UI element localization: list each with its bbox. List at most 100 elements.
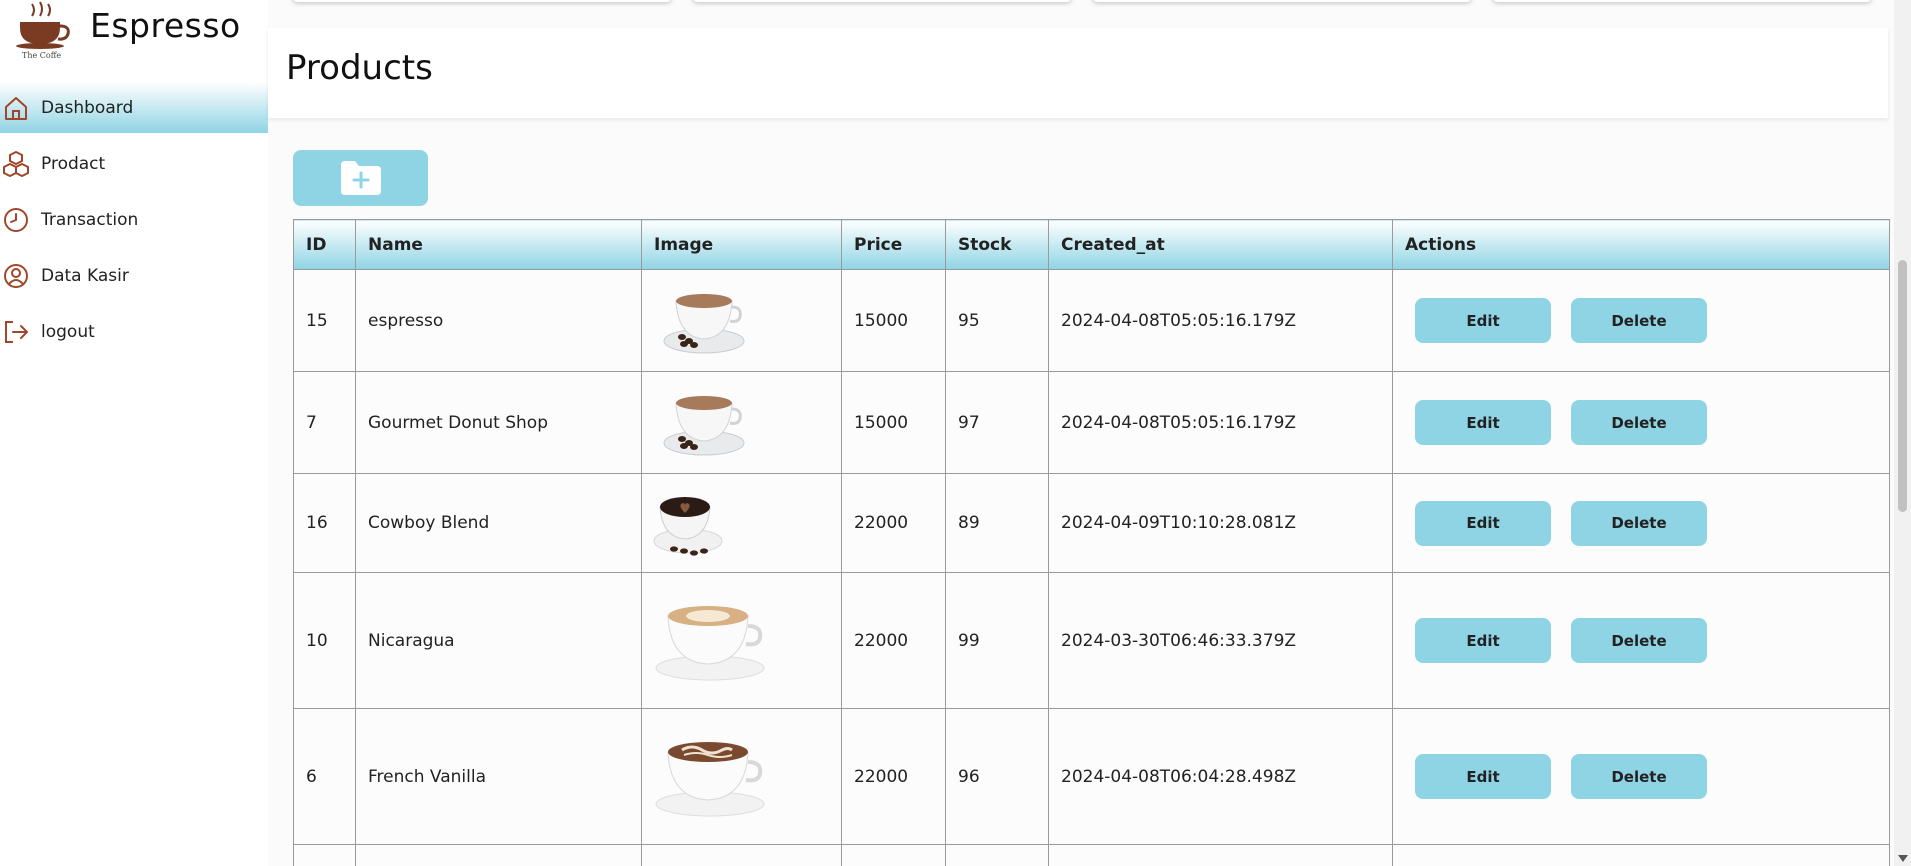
home-icon <box>5 96 27 120</box>
product-image <box>663 293 745 353</box>
table-row: 7 Gourmet Donut Shop 15000 97 2024-04-08… <box>293 371 1890 474</box>
edit-button[interactable]: Edit <box>1415 400 1551 445</box>
table-row: 10 Nicaragua 22000 99 2024-03-30T06:46:3… <box>293 572 1890 709</box>
delete-button[interactable]: Delete <box>1571 500 1707 546</box>
sidebar: The Coffe Espresso Dashboard Prodact Tra… <box>0 0 268 866</box>
cell-empty <box>355 844 642 866</box>
cell-id: 6 <box>293 708 356 845</box>
cell-stock: 89 <box>945 473 1049 573</box>
cell-empty <box>945 844 1049 866</box>
edit-button[interactable]: Edit <box>1415 298 1551 343</box>
cell-actions: Edit Delete <box>1392 371 1890 474</box>
cell-created-at: 2024-04-08T06:04:28.498Z <box>1048 708 1393 845</box>
cell-image <box>641 269 842 372</box>
cell-id: 15 <box>293 269 356 372</box>
cell-price: 22000 <box>841 708 946 845</box>
cell-image <box>641 708 842 845</box>
brand: The Coffe Espresso <box>10 0 260 64</box>
cubes-icon <box>3 150 29 177</box>
cell-created-at: 2024-04-08T05:05:16.179Z <box>1048 371 1393 474</box>
sidebar-item-transaction[interactable]: Transaction <box>0 194 268 245</box>
cell-price: 22000 <box>841 473 946 573</box>
delete-button[interactable]: Delete <box>1571 298 1707 343</box>
cell-image <box>641 371 842 474</box>
table-header-row: ID Name Image Price Stock Created_at Act… <box>293 219 1890 270</box>
edit-button[interactable]: Edit <box>1415 618 1551 663</box>
sidebar-item-logout[interactable]: logout <box>0 306 268 357</box>
cell-stock: 96 <box>945 708 1049 845</box>
scroll-down-arrow-icon[interactable] <box>1898 855 1908 862</box>
cell-price: 22000 <box>841 572 946 709</box>
column-header-price[interactable]: Price <box>841 219 946 270</box>
column-header-created-at[interactable]: Created_at <box>1048 219 1393 270</box>
cell-id: 7 <box>293 371 356 474</box>
page-title: Products <box>286 48 433 88</box>
table-row: 16 Cowboy Blend 22000 89 2024-04-09T10:1… <box>293 473 1890 573</box>
cell-created-at: 2024-04-09T10:10:28.081Z <box>1048 473 1393 573</box>
logo-caption: The Coffe <box>22 51 61 60</box>
cell-image <box>641 473 842 573</box>
page-header: Products <box>268 28 1888 118</box>
edit-button[interactable]: Edit <box>1415 500 1551 546</box>
column-header-name[interactable]: Name <box>355 219 642 270</box>
product-image <box>655 605 765 680</box>
cell-empty <box>841 844 946 866</box>
column-header-stock[interactable]: Stock <box>945 219 1049 270</box>
table-row: 15 espresso 15000 95 2024-04-08T05:05:16… <box>293 269 1890 372</box>
product-image <box>653 497 723 556</box>
sidebar-item-label: Prodact <box>41 153 106 174</box>
cell-empty <box>1392 844 1890 866</box>
cell-price: 15000 <box>841 371 946 474</box>
cell-stock: 97 <box>945 371 1049 474</box>
coffee-logo-icon: The Coffe <box>16 1 70 60</box>
cell-id: 10 <box>293 572 356 709</box>
product-image <box>663 395 745 455</box>
summary-card <box>1492 0 1872 2</box>
cell-actions: Edit Delete <box>1392 708 1890 845</box>
brand-name: Espresso <box>90 6 241 45</box>
folder-plus-icon <box>340 161 381 195</box>
vertical-scrollbar[interactable] <box>1894 0 1911 866</box>
sidebar-item-label: Transaction <box>41 209 139 230</box>
scrollbar-thumb[interactable] <box>1898 260 1907 512</box>
sidebar-nav: Dashboard Prodact Transaction Data Kasir… <box>0 82 268 362</box>
column-header-image[interactable]: Image <box>641 219 842 270</box>
user-circle-icon <box>4 263 28 288</box>
sidebar-item-label: logout <box>41 321 95 342</box>
cell-empty <box>293 844 356 866</box>
cell-name: Cowboy Blend <box>355 473 642 573</box>
delete-button[interactable]: Delete <box>1571 754 1707 799</box>
cell-stock: 95 <box>945 269 1049 372</box>
product-image <box>655 741 765 816</box>
cell-name: French Vanilla <box>355 708 642 845</box>
summary-card <box>1092 0 1472 2</box>
cell-empty <box>1048 844 1393 866</box>
cell-image <box>641 572 842 709</box>
cell-id: 16 <box>293 473 356 573</box>
cell-name: Gourmet Donut Shop <box>355 371 642 474</box>
sidebar-item-prodact[interactable]: Prodact <box>0 138 268 189</box>
products-table-wrapper: ID Name Image Price Stock Created_at Act… <box>293 219 1890 866</box>
table-row: 6 French Vanilla 22000 96 2024-04-08T06:… <box>293 708 1890 845</box>
cell-name: espresso <box>355 269 642 372</box>
table-row <box>293 844 1890 866</box>
products-table: ID Name Image Price Stock Created_at Act… <box>293 219 1890 866</box>
cell-empty <box>641 844 842 866</box>
cell-actions: Edit Delete <box>1392 269 1890 372</box>
summary-cards-partial <box>292 0 1877 6</box>
add-product-button[interactable] <box>293 150 428 206</box>
cell-created-at: 2024-04-08T05:05:16.179Z <box>1048 269 1393 372</box>
sidebar-item-label: Dashboard <box>41 97 134 118</box>
delete-button[interactable]: Delete <box>1571 400 1707 445</box>
cell-actions: Edit Delete <box>1392 572 1890 709</box>
sidebar-item-label: Data Kasir <box>41 265 129 286</box>
sidebar-item-dashboard[interactable]: Dashboard <box>0 82 268 133</box>
cell-stock: 99 <box>945 572 1049 709</box>
sidebar-item-data-kasir[interactable]: Data Kasir <box>0 250 268 301</box>
column-header-id[interactable]: ID <box>293 219 356 270</box>
edit-button[interactable]: Edit <box>1415 754 1551 799</box>
app-root: The Coffe Espresso Dashboard Prodact Tra… <box>0 0 1911 866</box>
clock-icon <box>4 207 28 232</box>
summary-card <box>292 0 672 2</box>
delete-button[interactable]: Delete <box>1571 618 1707 663</box>
